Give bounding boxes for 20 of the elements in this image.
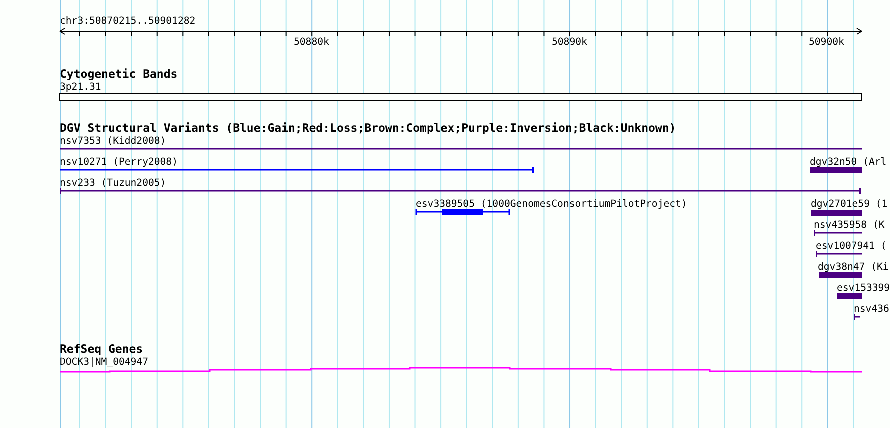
track-title: RefSeq Genes [60,342,144,356]
variant-label: dgv32n50 (Arl [810,157,887,168]
position-label: chr3:50870215..50901282 [60,16,196,27]
variant-label: nsv7353 (Kidd2008) [60,136,166,147]
tick-label: 50890k [552,37,588,48]
variant-label: nsv435958 (K [814,220,885,231]
variant-label: nsv233 (Tuzun2005) [60,178,166,189]
variant-label: dgv2701e59 (1 [811,199,888,210]
variant-label: esv1007941 ( [816,241,887,252]
variant-label: esv3389505 (1000GenomesConsortiumPilotProject) [416,199,688,210]
variant-label: esv153399 [837,283,890,294]
gene-label: DOCK3|NM_004947 [60,357,148,368]
tick-label: 50880k [294,37,330,48]
tick-label: 50900k [809,37,844,48]
variant-label: nsv436 [854,304,890,315]
track-title: DGV Structural Variants (Blue:Gain;Red:Loss;Brown:Complex;Purple:Inversion;Black:Unknown) [60,121,676,135]
band-label: 3p21.31 [60,82,102,93]
track-title: Cytogenetic Bands [60,67,178,81]
variant-label: dgv38n47 (Ki [818,262,889,273]
variant-label: nsv10271 (Perry2008) [60,157,178,168]
